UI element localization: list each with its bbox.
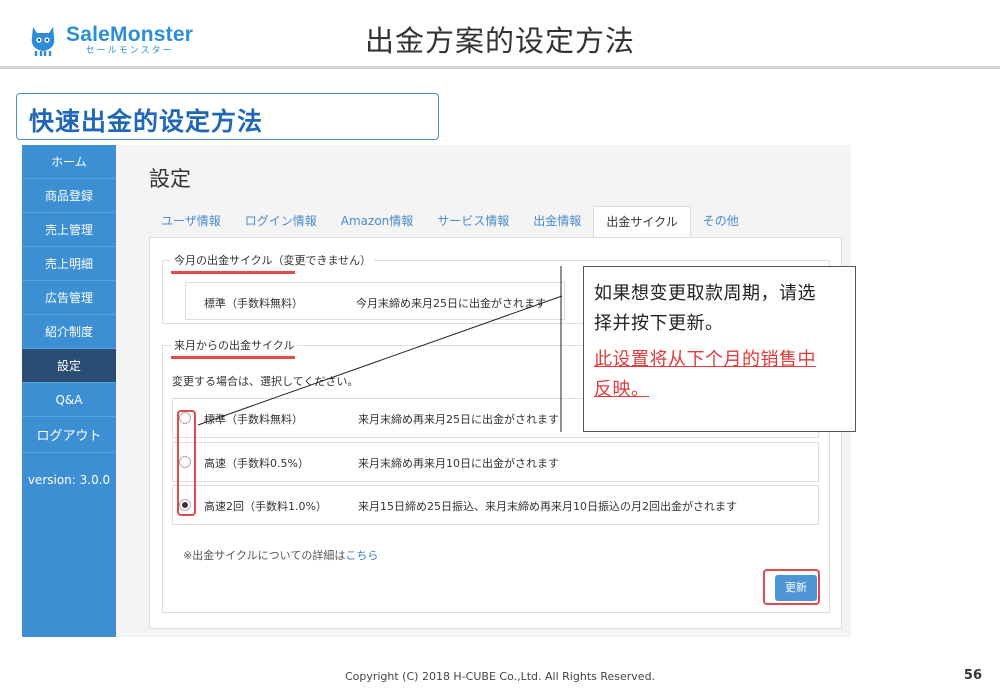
sidebar-item-sales-management[interactable]: 売上管理 [22, 213, 116, 247]
callout-text-line2: 择并按下更新。 [594, 313, 724, 334]
section-title-box: 快速出金的设定方法 [16, 93, 439, 140]
callout-text-line1: 如果想变更取款周期，请选 [594, 283, 816, 304]
option-desc: 来月末締め再来月10日に出金がされます [358, 457, 559, 470]
selection-hint: 変更する場合は、選択してください。 [172, 375, 359, 388]
current-cycle-legend: 今月の出金サイクル（変更できません） [171, 252, 375, 268]
update-highlight-box [763, 569, 820, 605]
sidebar-item-product-registration[interactable]: 商品登録 [22, 179, 116, 213]
option-desc: 来月15日締め25日振込、来月末締め再来月10日振込の月2回出金がされます [358, 500, 737, 513]
settings-tabs: ユーザ情報 ログイン情報 Amazon情報 サービス情報 出金情報 出金サイクル… [149, 206, 751, 238]
page-title: 設定 [149, 167, 191, 191]
sidebar-item-home[interactable]: ホーム [22, 145, 116, 179]
sidebar-item-sales-detail[interactable]: 売上明細 [22, 247, 116, 281]
cycle-option-fast-twice[interactable]: 高速2回（手数料1.0%） 来月15日締め25日振込、来月末締め再来月10日振込… [172, 485, 819, 525]
sidebar-item-label: 売上管理 [44, 223, 93, 237]
page-number: 56 [963, 668, 982, 683]
sidebar-item-label: ログアウト [36, 429, 102, 444]
tab-withdrawal-cycle[interactable]: 出金サイクル [593, 206, 691, 238]
version-label: version: 3.0.0 [27, 473, 111, 487]
option-name: 高速2回（手数料1.0%） [204, 500, 327, 513]
sidebar-item-settings[interactable]: 設定 [22, 349, 116, 383]
option-name: 高速（手数料0.5%） [204, 457, 309, 470]
next-cycle-legend: 来月からの出金サイクル [171, 337, 298, 353]
sidebar-item-label: ホーム [51, 155, 87, 169]
tab-user-info[interactable]: ユーザ情報 [149, 206, 233, 238]
header-divider [0, 66, 1000, 69]
current-cycle-desc: 今月末締め来月25日に出金がされます [356, 297, 546, 310]
sidebar-item-label: 設定 [56, 359, 81, 373]
tab-amazon-info[interactable]: Amazon情報 [329, 206, 426, 238]
current-cycle-name: 標準（手数料無料） [204, 297, 303, 310]
tab-withdrawal-info[interactable]: 出金情報 [521, 206, 593, 238]
callout-box: 如果想变更取款周期，请选 择并按下更新。 此设置将从下个月的销售中 反映。 [583, 266, 856, 432]
option-desc: 来月末締め再来月25日に出金がされます [358, 413, 559, 426]
tab-other[interactable]: その他 [691, 206, 751, 238]
tab-service-info[interactable]: サービス情報 [425, 206, 521, 238]
sidebar-item-label: 広告管理 [44, 291, 93, 305]
sidebar-item-label: 紹介制度 [44, 325, 93, 339]
option-name: 標準（手数料無料） [204, 413, 303, 426]
tab-login-info[interactable]: ログイン情報 [233, 206, 329, 238]
cycle-option-fast[interactable]: 高速（手数料0.5%） 来月末締め再来月10日に出金がされます [172, 442, 819, 482]
radio-highlight-box [177, 410, 196, 516]
sidebar-item-label: 商品登録 [44, 189, 93, 203]
sidebar-item-label: 売上明細 [44, 257, 93, 271]
sidebar-item-ad-management[interactable]: 広告管理 [22, 281, 116, 315]
section-title: 快速出金的设定方法 [29, 107, 264, 136]
callout-red-line1: 此设置将从下个月的销售中 [594, 349, 816, 370]
highlight-underline [171, 356, 295, 359]
sidebar-item-logout[interactable]: ログアウト [22, 417, 116, 453]
current-cycle-row: 標準（手数料無料） 今月末締め来月25日に出金がされます [185, 282, 565, 320]
callout-red-line2: 反映。 [594, 379, 650, 400]
sidebar: ホーム 商品登録 売上管理 売上明細 広告管理 紹介制度 設定 Q&A ログアウ… [22, 145, 116, 637]
details-link[interactable]: こちら [345, 549, 378, 562]
highlight-underline [171, 271, 295, 274]
copyright: Copyright (C) 2018 H-CUBE Co.,Ltd. All R… [344, 670, 656, 683]
slide-title: 出金方案的设定方法 [364, 24, 635, 58]
sidebar-item-referral[interactable]: 紹介制度 [22, 315, 116, 349]
cycle-detail-note: ※出金サイクルについての詳細はこちら [183, 547, 378, 563]
sidebar-item-label: Q&A [55, 392, 83, 407]
note-text: ※出金サイクルについての詳細は [183, 549, 346, 562]
sidebar-item-qa[interactable]: Q&A [22, 383, 116, 417]
